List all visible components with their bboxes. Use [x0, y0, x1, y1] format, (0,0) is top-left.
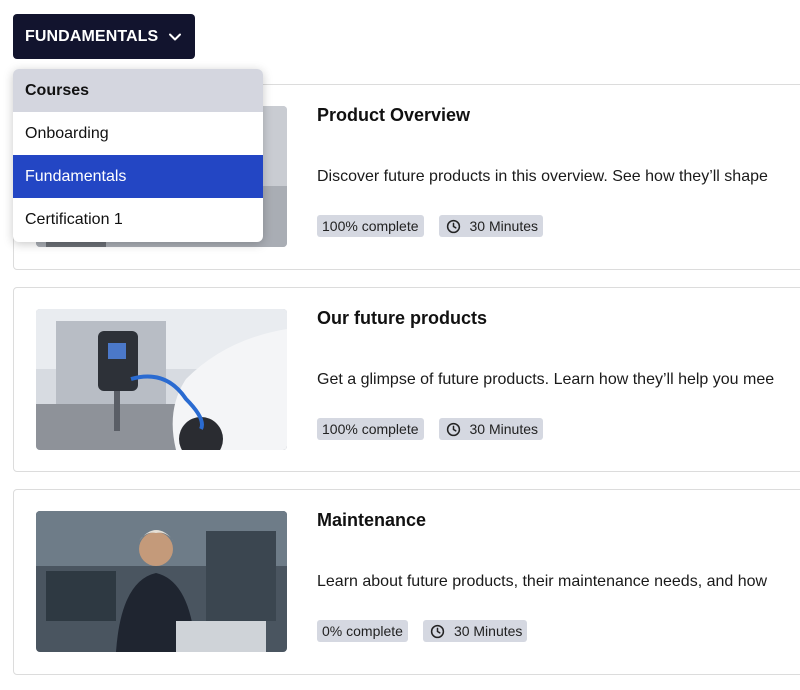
- clock-icon: [430, 624, 445, 639]
- card-title: Maintenance: [317, 510, 427, 530]
- technician-image: [36, 511, 287, 652]
- dropdown-option-certification-1[interactable]: Certification 1: [13, 198, 263, 241]
- course-dropdown-menu: Courses Onboarding Fundamentals Certific…: [13, 69, 263, 242]
- dropdown-option-onboarding[interactable]: Onboarding: [13, 112, 263, 155]
- card-description: Discover future products in this overvie…: [317, 168, 768, 185]
- duration-badge: 30 Minutes: [438, 418, 543, 440]
- card-description: Learn about future products, their maint…: [317, 573, 768, 590]
- course-card[interactable]: Maintenance Learn about future products,…: [13, 489, 800, 675]
- card-title: Product Overview: [317, 105, 471, 125]
- dropdown-option-fundamentals[interactable]: Fundamentals: [13, 155, 263, 198]
- course-selector-button[interactable]: FUNDAMENTALS: [13, 14, 195, 59]
- ev-charging-image: [36, 309, 287, 450]
- clock-icon: [446, 219, 461, 234]
- dropdown-header: Courses: [13, 69, 263, 112]
- course-selector-label: FUNDAMENTALS: [25, 27, 159, 45]
- card-description: Get a glimpse of future products. Learn …: [317, 371, 775, 388]
- course-card[interactable]: Our future products Get a glimpse of fut…: [13, 287, 800, 472]
- progress-badge: 100% complete: [317, 418, 424, 440]
- chevron-down-icon: [167, 29, 183, 45]
- duration-badge: 30 Minutes: [422, 620, 528, 642]
- card-title: Our future products: [317, 308, 487, 328]
- clock-icon: [446, 422, 461, 437]
- duration-badge: 30 Minutes: [438, 215, 543, 237]
- progress-badge: 100% complete: [317, 215, 424, 237]
- progress-badge: 0% complete: [317, 620, 408, 642]
